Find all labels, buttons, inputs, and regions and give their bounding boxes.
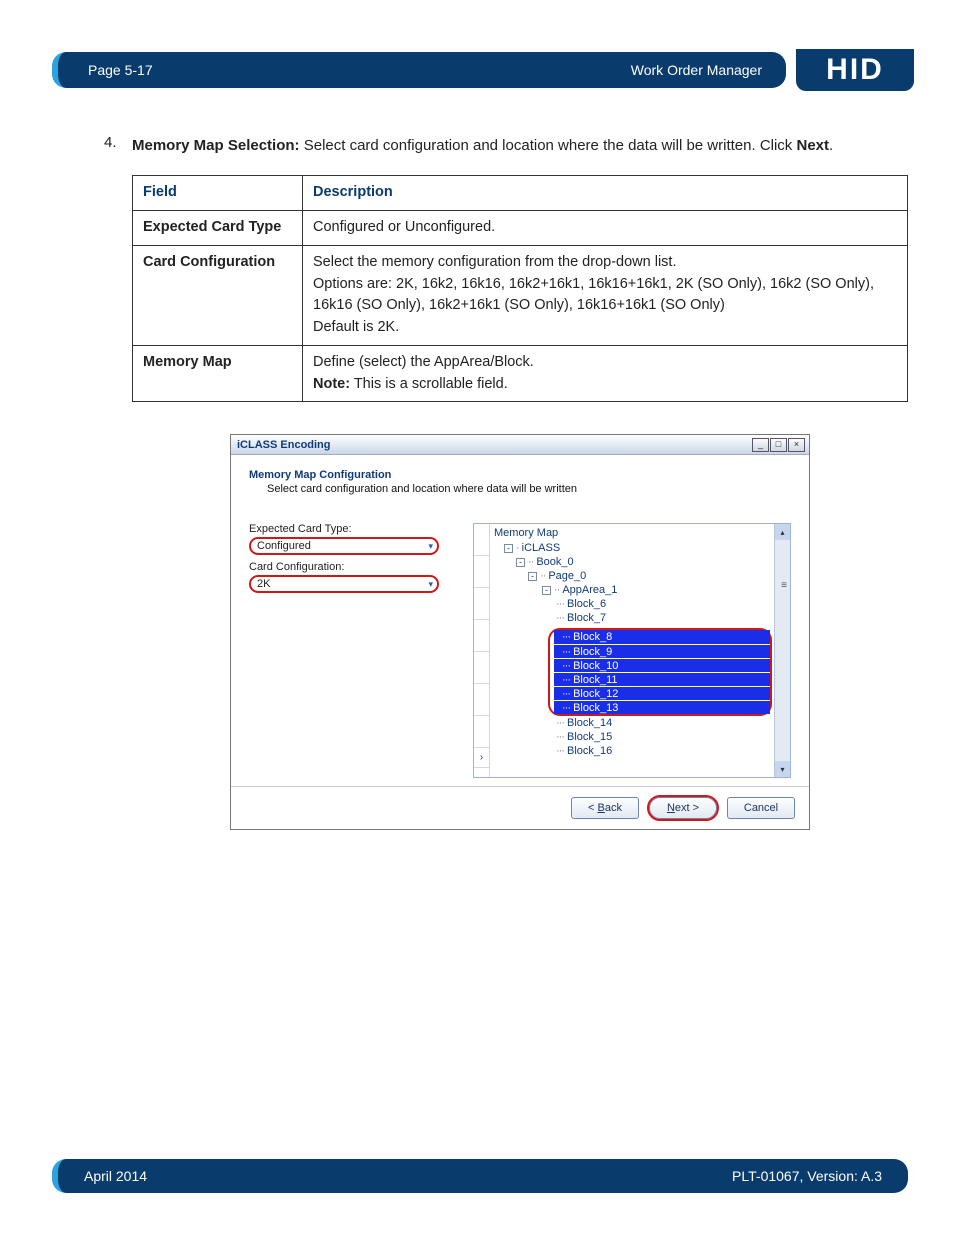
header-bar: Page 5-17 Work Order Manager (52, 52, 786, 88)
tree-node-block[interactable]: ···Block_16 (494, 744, 788, 758)
tree-node-page[interactable]: -··Page_0 (494, 569, 788, 583)
tree-node-block-selected[interactable]: ··· Block_10 (554, 658, 770, 672)
iclass-encoding-dialog: iCLASS Encoding _ □ × Memory Map Configu… (230, 434, 810, 830)
tree-node-block[interactable]: ···Block_14 (494, 716, 788, 730)
page-footer: April 2014 PLT-01067, Version: A.3 (52, 1159, 908, 1193)
chevron-down-icon: ▾ (428, 541, 433, 552)
wizard-section-title: Memory Map Configuration (249, 469, 791, 481)
chevron-down-icon: ▾ (428, 579, 433, 590)
minimize-button[interactable]: _ (752, 438, 769, 452)
content: 4. Memory Map Selection: Select card con… (132, 134, 908, 830)
back-button[interactable]: < Back (571, 797, 639, 819)
close-button[interactable]: × (788, 438, 805, 452)
tree-node-block[interactable]: ···Block_6 (494, 597, 788, 611)
page-header: Page 5-17 Work Order Manager HID (52, 52, 914, 88)
tree-gutter: › (474, 524, 490, 777)
tree-node-block[interactable]: ···Block_7 (494, 611, 788, 625)
tree-header: Memory Map (494, 527, 788, 539)
tree-node-block-selected[interactable]: ··· Block_12 (554, 686, 770, 700)
dialog-screenshot: iCLASS Encoding _ □ × Memory Map Configu… (132, 434, 908, 830)
footer-date: April 2014 (84, 1168, 147, 1184)
card-configuration-dropdown[interactable]: 2K ▾ (249, 575, 439, 593)
hid-logo: HID (796, 49, 914, 91)
chevron-right-icon[interactable]: › (474, 748, 489, 768)
footer-doc: PLT-01067, Version: A.3 (732, 1168, 882, 1184)
th-field: Field (133, 176, 303, 211)
table-row: Card Configuration Select the memory con… (133, 245, 908, 345)
cancel-button[interactable]: Cancel (727, 797, 795, 819)
memory-map-tree[interactable]: › Memory Map -·iCLASS -··Book_0 -··Page_… (473, 523, 791, 778)
maximize-button[interactable]: □ (770, 438, 787, 452)
memory-map-desc: Define (select) the AppArea/Block. Note:… (303, 345, 908, 402)
step-title: Memory Map Selection: (132, 137, 300, 154)
th-desc: Description (303, 176, 908, 211)
tree-node-root[interactable]: -·iCLASS (494, 541, 788, 555)
section-title: Work Order Manager (631, 62, 762, 78)
card-configuration-label: Card Configuration: (249, 561, 449, 573)
card-config-desc: Select the memory configuration from the… (303, 245, 908, 345)
table-row: Memory Map Define (select) the AppArea/B… (133, 345, 908, 402)
tree-node-book[interactable]: -··Book_0 (494, 555, 788, 569)
step-number: 4. (104, 134, 117, 151)
dialog-titlebar: iCLASS Encoding _ □ × (231, 435, 809, 455)
wizard-section-subtitle: Select card configuration and location w… (267, 483, 791, 495)
scroll-up-icon[interactable]: ▴ (775, 524, 790, 540)
page-number: Page 5-17 (88, 62, 153, 78)
tree-scrollbar[interactable]: ▴ ≡ ▾ (774, 524, 790, 777)
dialog-title: iCLASS Encoding (237, 439, 331, 451)
tree-node-apparea[interactable]: -··AppArea_1 (494, 583, 788, 597)
selected-blocks-highlight: ··· Block_8 ··· Block_9 ··· Block_10 ···… (548, 628, 772, 716)
tree-node-block[interactable]: ···Block_15 (494, 730, 788, 744)
tree-node-block-selected[interactable]: ··· Block_9 (554, 644, 770, 658)
tree-node-block-selected[interactable]: ··· Block_8 (554, 630, 770, 644)
field-description-table: Field Description Expected Card Type Con… (132, 175, 908, 402)
next-button[interactable]: Next > (649, 797, 717, 819)
tree-node-block-selected[interactable]: ··· Block_13 (554, 700, 770, 714)
tree-node-block-selected[interactable]: ··· Block_11 (554, 672, 770, 686)
step-text: Memory Map Selection: Select card config… (132, 134, 908, 157)
scroll-down-icon[interactable]: ▾ (775, 761, 790, 777)
expected-card-type-dropdown[interactable]: Configured ▾ (249, 537, 439, 555)
expected-card-type-label: Expected Card Type: (249, 523, 449, 535)
table-row: Expected Card Type Configured or Unconfi… (133, 211, 908, 246)
